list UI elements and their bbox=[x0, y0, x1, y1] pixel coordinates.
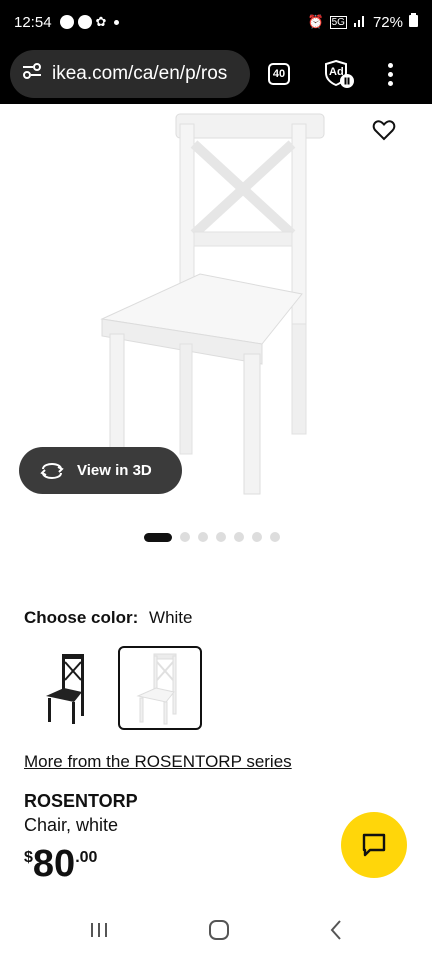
heart-icon[interactable] bbox=[372, 118, 396, 142]
price-currency: $ bbox=[24, 849, 33, 866]
product-description: Chair, white bbox=[24, 815, 119, 835]
status-bar: 12:54 ✿ ⏰ 5G 72% bbox=[0, 0, 432, 44]
carousel-dot[interactable] bbox=[198, 532, 208, 542]
notification-icons: ✿ bbox=[59, 14, 120, 30]
chat-button[interactable] bbox=[341, 812, 407, 878]
carousel-dot[interactable] bbox=[252, 532, 262, 542]
messenger-icon-2 bbox=[77, 15, 92, 29]
url-text: ikea.com/ca/en/p/ros bbox=[52, 63, 228, 84]
alarm-icon: ⏰ bbox=[307, 14, 324, 29]
selected-color-value: White bbox=[149, 608, 193, 627]
carousel-dot[interactable] bbox=[234, 532, 244, 542]
black-chair-thumbnail bbox=[46, 654, 84, 724]
chat-icon bbox=[362, 833, 386, 857]
status-right: ⏰ 5G 72% bbox=[307, 13, 418, 31]
browser-toolbar: ikea.com/ca/en/p/ros 40 Ad bbox=[0, 44, 432, 104]
5g-icon: 5G bbox=[329, 15, 347, 29]
series-link[interactable]: More from the ROSENTORP series bbox=[24, 752, 292, 772]
messenger-icon bbox=[59, 15, 74, 29]
system-navigation-bar bbox=[0, 905, 432, 960]
carousel-indicator bbox=[144, 532, 280, 542]
carousel-dot[interactable] bbox=[270, 532, 280, 542]
color-label: Choose color: White bbox=[24, 608, 193, 628]
back-icon[interactable] bbox=[329, 919, 343, 946]
view-in-3d-label: View in 3D bbox=[77, 462, 152, 479]
choose-color-label: Choose color: bbox=[24, 608, 139, 627]
more-options-icon[interactable] bbox=[388, 62, 393, 86]
battery-percent: 72% bbox=[372, 13, 403, 31]
home-icon[interactable] bbox=[208, 919, 230, 946]
color-swatch-black[interactable] bbox=[24, 646, 108, 730]
product-price: $ 80 .00 bbox=[24, 843, 97, 885]
price-integer: 80 bbox=[32, 843, 76, 885]
gear-notification-icon: ✿ bbox=[95, 14, 107, 29]
carousel-dot[interactable] bbox=[216, 532, 226, 542]
carousel-dot-active[interactable] bbox=[144, 532, 172, 542]
adblock-icon[interactable]: Ad bbox=[324, 59, 354, 89]
more-notifications-icon bbox=[114, 19, 120, 25]
white-chair-thumbnail bbox=[136, 653, 177, 725]
battery-icon bbox=[409, 13, 418, 31]
recent-apps-icon[interactable] bbox=[89, 921, 109, 944]
3d-rotate-icon bbox=[40, 462, 64, 479]
tabs-button[interactable]: 40 bbox=[268, 63, 290, 85]
carousel-dot[interactable] bbox=[180, 532, 190, 542]
signal-icon bbox=[353, 13, 367, 31]
price-decimal: .00 bbox=[75, 849, 98, 866]
address-bar[interactable]: ikea.com/ca/en/p/ros bbox=[10, 50, 250, 98]
status-time: 12:54 bbox=[14, 13, 52, 31]
product-name: ROSENTORP bbox=[24, 791, 138, 811]
adblock-label: Ad bbox=[329, 66, 344, 78]
view-in-3d-button[interactable]: View in 3D bbox=[19, 447, 182, 494]
site-settings-icon[interactable] bbox=[22, 63, 42, 85]
color-swatch-white[interactable] bbox=[118, 646, 202, 730]
